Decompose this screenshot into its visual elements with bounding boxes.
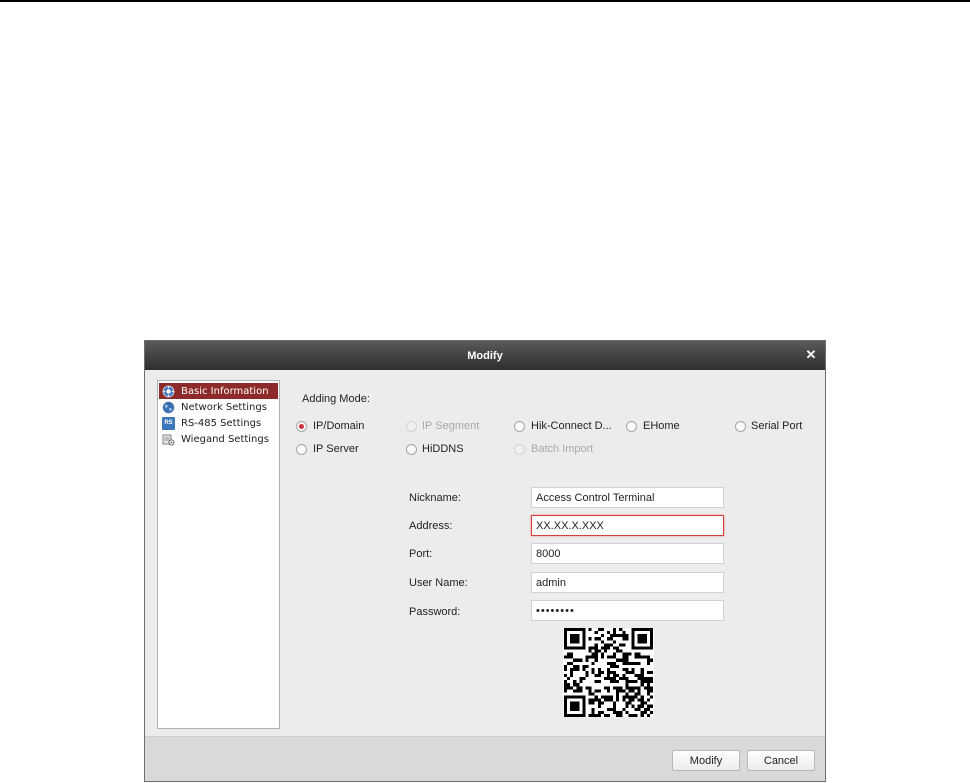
sidebar-item-label: Network Settings <box>181 401 267 413</box>
cancel-button[interactable]: Cancel <box>747 750 815 771</box>
globe-icon <box>162 401 175 414</box>
dialog-titlebar[interactable]: Modify ✕ <box>145 341 825 370</box>
modify-button[interactable]: Modify <box>672 750 740 771</box>
top-divider <box>0 0 970 2</box>
sidebar-item-basic-information[interactable]: Basic Information <box>159 383 278 399</box>
radio-serial-port[interactable] <box>735 421 746 432</box>
radio-ehome[interactable] <box>626 421 637 432</box>
radio-label-batch-import: Batch Import <box>531 443 594 455</box>
nickname-field[interactable] <box>531 487 724 508</box>
sidebar-item-wiegand-settings[interactable]: Wiegand Settings <box>159 431 278 447</box>
username-label: User Name: <box>409 577 468 589</box>
dialog-title: Modify <box>467 349 503 362</box>
password-field[interactable] <box>531 600 724 621</box>
qr-code <box>563 628 654 717</box>
sidebar-item-network-settings[interactable]: Network Settings <box>159 399 278 415</box>
port-label: Port: <box>409 548 433 560</box>
radio-batch-import[interactable] <box>514 444 525 455</box>
radio-hik-connect[interactable] <box>514 421 525 432</box>
radio-ip-server[interactable] <box>296 444 307 455</box>
radio-hiddns[interactable] <box>406 444 417 455</box>
sidebar: Basic Information Network Settings RS RS… <box>157 380 280 729</box>
radio-label-ip-segment: IP Segment <box>422 420 480 432</box>
radio-ip-domain[interactable] <box>296 421 307 432</box>
radio-label-ip-domain: IP/Domain <box>313 420 365 432</box>
sidebar-item-label: Basic Information <box>181 385 269 397</box>
close-icon[interactable]: ✕ <box>804 348 818 362</box>
nickname-label: Nickname: <box>409 492 461 504</box>
radio-label-serial-port: Serial Port <box>751 420 803 432</box>
address-label: Address: <box>409 520 453 532</box>
modify-dialog: Modify ✕ Basic Information Network Setti… <box>144 340 826 782</box>
sidebar-item-rs485-settings[interactable]: RS RS-485 Settings <box>159 415 278 431</box>
dialog-footer: Modify Cancel <box>145 736 825 781</box>
port-field[interactable] <box>531 543 724 564</box>
radio-ip-segment[interactable] <box>406 421 417 432</box>
rs-icon: RS <box>162 416 175 430</box>
sidebar-item-label: RS-485 Settings <box>181 417 262 429</box>
username-field[interactable] <box>531 572 724 593</box>
radio-label-ip-server: IP Server <box>313 443 359 455</box>
radio-label-ehome: EHome <box>643 420 680 432</box>
gear-icon <box>162 385 175 398</box>
radio-label-hik-connect: Hik-Connect D... <box>531 420 612 432</box>
sidebar-item-label: Wiegand Settings <box>181 433 269 445</box>
address-field[interactable] <box>531 515 724 536</box>
wiegand-icon <box>162 433 175 446</box>
dialog-content: Basic Information Network Settings RS RS… <box>145 370 825 736</box>
adding-mode-label: Adding Mode: <box>302 393 370 405</box>
password-label: Password: <box>409 606 461 618</box>
radio-label-hiddns: HiDDNS <box>422 443 464 455</box>
